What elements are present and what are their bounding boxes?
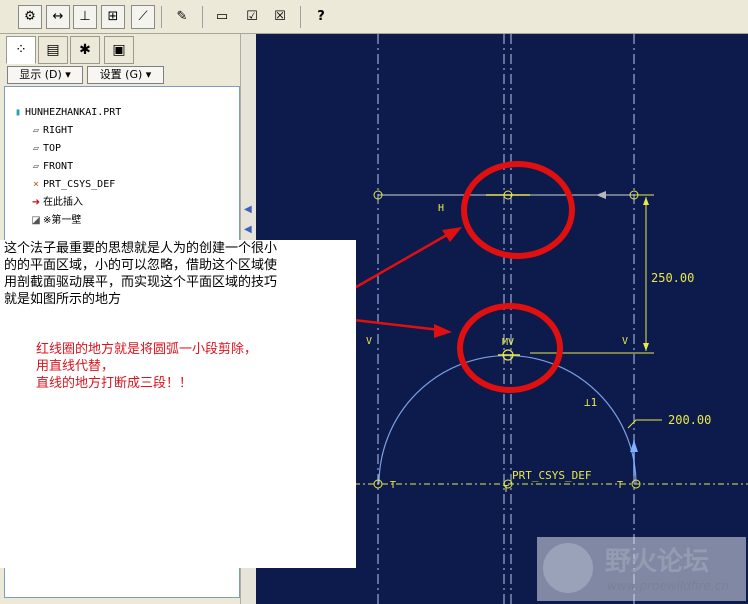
sheetmetal-wall-icon: ◪ (31, 215, 41, 226)
watermark-title: 野火论坛 (605, 547, 710, 577)
tab-favorites[interactable]: ✱ (70, 36, 100, 64)
favorites-icon: ✱ (79, 42, 91, 58)
tab-folder-browser[interactable]: ▤ (38, 36, 68, 64)
collapse-arrow-icon[interactable]: ◀ (244, 204, 252, 215)
watermark-url: www.proewildfire.cn (607, 579, 729, 593)
tree-item-insert-here[interactable]: ➜ 在此插入 (29, 195, 83, 211)
annotation-text-line: 就是如图所示的地方 (4, 292, 122, 307)
tree-item-right[interactable]: ▱ RIGHT (29, 123, 73, 139)
dim-250-label[interactable]: 250.00 (651, 271, 694, 285)
window-icon[interactable]: ▭ (210, 5, 234, 29)
insert-arrow-icon: ➜ (31, 197, 41, 208)
datum-plane-icon: ▱ (32, 161, 40, 172)
tree-item-label: RIGHT (43, 125, 74, 136)
annotation-box: 这个法子最重要的思想就是人为的创建一个很小 的的平面区域，小的可以忽略，借助这个… (0, 240, 356, 568)
accept-icon[interactable]: ☑ (240, 5, 264, 29)
folder-icon: ▤ (46, 42, 60, 58)
constraint-v-right: V (622, 336, 628, 347)
settings-menu-label: 设置 (G) ▾ (99, 68, 152, 81)
annotation-red-line: 用直线代替， (36, 359, 115, 374)
tab-connections[interactable]: ▣ (104, 36, 134, 64)
toolbar-separator (161, 6, 162, 28)
watermark-logo-icon (543, 543, 593, 593)
annotation-text-line: 这个法子最重要的思想就是人为的创建一个很小 (4, 241, 278, 256)
grid-icon[interactable]: ⊞ (101, 5, 125, 29)
constraint-perpendicular: ⊥1 (584, 396, 597, 409)
connections-icon: ▣ (112, 42, 126, 58)
tree-root[interactable]: ▮ HUNHEZHANKAI.PRT (11, 105, 121, 121)
collapse-arrow-icon[interactable]: ◀ (244, 224, 252, 235)
tree-item-label: PRT_CSYS_DEF (43, 179, 116, 190)
dim-arrow (596, 191, 606, 199)
tree-item-label: TOP (43, 143, 62, 154)
dim-200-label[interactable]: 200.00 (668, 413, 711, 427)
tree-item-label: FRONT (43, 161, 74, 172)
constraint-icon[interactable]: ⊥ (73, 5, 97, 29)
toolbar-separator (202, 6, 203, 28)
help-glyph: ? (317, 9, 325, 24)
constraint-h: H (438, 203, 444, 214)
constraint-t-center: T (503, 484, 509, 495)
tree-item-label: 在此插入 (43, 197, 83, 208)
dimension-icon[interactable]: ↔ (46, 5, 70, 29)
tree-item-top[interactable]: ▱ TOP (29, 141, 61, 157)
red-highlight-circle-top (461, 161, 575, 259)
red-arrow-head (434, 324, 452, 338)
datum-plane-icon: ▱ (32, 143, 40, 154)
analysis-icon[interactable]: ✎ (170, 5, 194, 29)
forum-watermark: 野火论坛 www.proewildfire.cn (537, 537, 746, 601)
tree-root-label: HUNHEZHANKAI.PRT (25, 107, 122, 118)
red-highlight-circle-bottom (457, 303, 563, 393)
sketch-setup-icon[interactable]: ⚙ (18, 5, 42, 29)
tree-item-front[interactable]: ▱ FRONT (29, 159, 73, 175)
red-arrow-head (442, 227, 462, 242)
annotation-red-line: 直线的地方打断成三段！！ (36, 376, 193, 391)
tree-item-csys[interactable]: ⨯ PRT_CSYS_DEF (29, 177, 115, 193)
constraint-mv: MV (502, 337, 514, 348)
toolbar: ⚙ ↔ ⊥ ⊞ ⟋ ✎ ▭ ☑ ☒ ? (0, 0, 748, 34)
annotation-text-line: 用剖截面驱动展平，而实现这个平面区域的技巧 (4, 275, 278, 290)
model-tree-icon: ⁘ (15, 42, 27, 58)
radius-leader (627, 419, 662, 429)
annotation-text-line: 的的平面区域，小的可以忽略，借助这个区域使 (4, 258, 278, 273)
close-window-icon[interactable]: ☒ (268, 5, 292, 29)
settings-menu[interactable]: 设置 (G) ▾ (87, 66, 164, 84)
constraint-t-right: T (617, 480, 623, 491)
dim-arrow (643, 343, 649, 351)
dim-arrow (643, 197, 649, 205)
display-menu[interactable]: 显示 (D) ▾ (7, 66, 83, 84)
tab-model-tree[interactable]: ⁘ (6, 36, 36, 64)
toolbar-separator (300, 6, 301, 28)
whats-this-help-icon[interactable]: ? (309, 5, 333, 29)
tree-item-label: ※第一壁 (43, 215, 82, 226)
vertex-display-icon[interactable]: ⟋ (131, 5, 155, 29)
part-icon: ▮ (14, 107, 22, 118)
constraint-t-left: T (390, 480, 396, 491)
annotation-red-line: 红线圈的地方就是将圆弧一小段剪除， (36, 342, 258, 357)
sketch-arc (378, 354, 637, 485)
tree-item-wall[interactable]: ◪ ※第一壁 (29, 213, 81, 229)
constraint-v-left: V (366, 336, 372, 347)
csys-label: PRT_CSYS_DEF (512, 469, 591, 482)
datum-plane-icon: ▱ (32, 125, 40, 136)
radius-arrow (630, 440, 638, 452)
display-menu-label: 显示 (D) ▾ (19, 68, 71, 81)
csys-icon: ⨯ (32, 179, 40, 190)
